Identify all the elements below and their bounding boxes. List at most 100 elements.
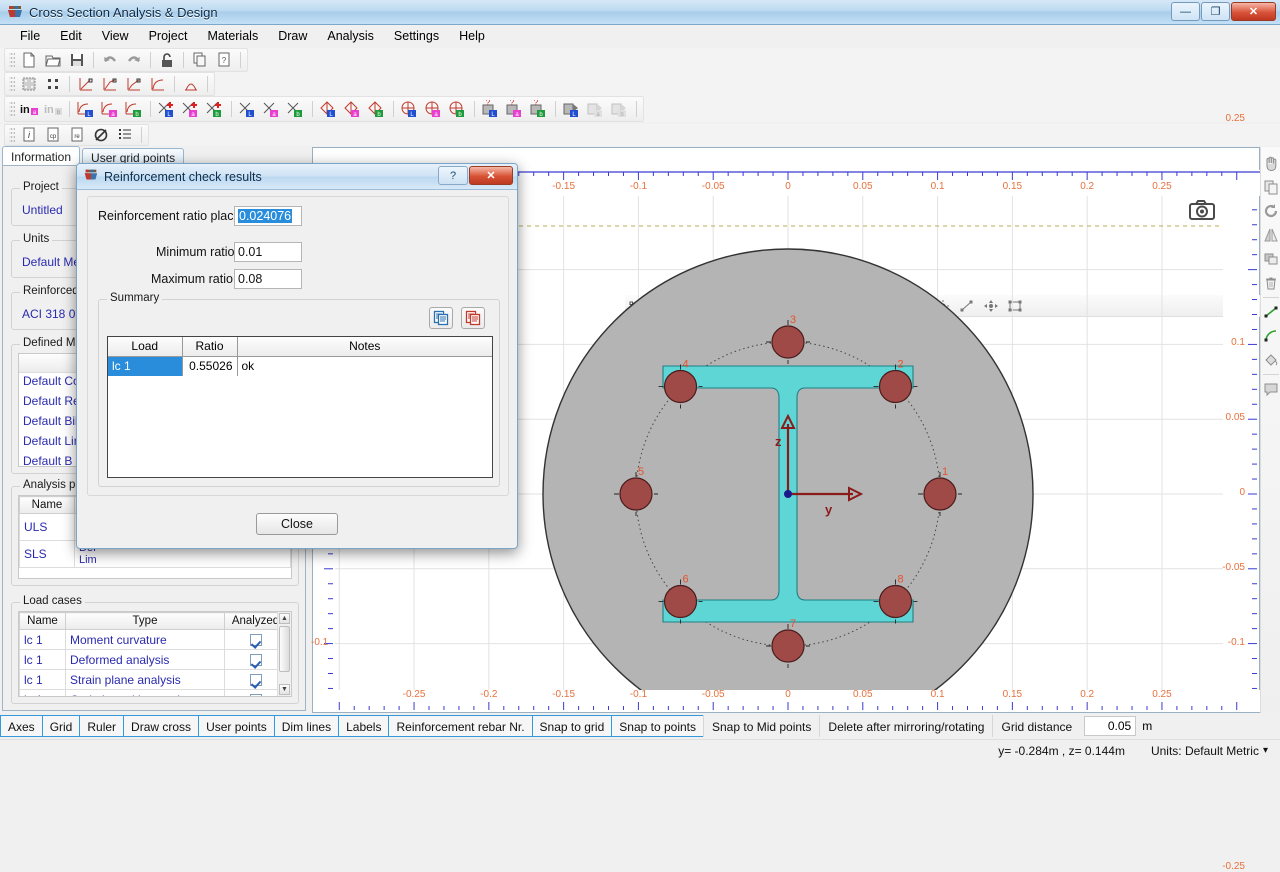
new-file-icon[interactable] xyxy=(18,49,40,71)
curve-diagram-icon[interactable] xyxy=(147,73,169,95)
table-row[interactable]: lc 1 Deformed analysis xyxy=(20,650,287,670)
menu-item-file[interactable]: File xyxy=(10,26,50,46)
summary-table[interactable]: Load Ratio Notes lc 1 0.55026 ok xyxy=(107,336,493,478)
arch-diagram-icon[interactable] xyxy=(180,73,202,95)
menu-item-edit[interactable]: Edit xyxy=(50,26,92,46)
ruler-right[interactable]: 0.250.10.050-0.05-0.1-0.25 xyxy=(1223,196,1259,692)
analyzed-checkbox[interactable] xyxy=(250,694,262,697)
menu-item-settings[interactable]: Settings xyxy=(384,26,449,46)
dialog-help-button[interactable]: ? xyxy=(438,166,468,185)
toolbar-grip[interactable] xyxy=(9,100,15,118)
menu-item-view[interactable]: View xyxy=(92,26,139,46)
maximum-ratio-field[interactable]: 0.08 xyxy=(234,269,302,289)
analyzed-checkbox[interactable] xyxy=(250,634,262,646)
strain-plus-l-icon[interactable]: L xyxy=(156,98,178,120)
diamond-a-icon[interactable]: a xyxy=(342,98,364,120)
toggle-snap-to-points[interactable]: Snap to points xyxy=(611,715,704,737)
copy-icon[interactable] xyxy=(1261,175,1280,199)
minimize-button[interactable]: — xyxy=(1171,2,1200,21)
load-cases-table[interactable]: Name Type Analyzed lc 1 Moment curvature… xyxy=(18,611,292,697)
strain-plus-a-icon[interactable]: a xyxy=(180,98,202,120)
toggle-snap-to-mid-points[interactable]: Snap to Mid points xyxy=(703,715,819,737)
mirror-icon[interactable] xyxy=(1261,223,1280,247)
toggle-user-points[interactable]: User points xyxy=(198,715,275,737)
grid-distance-input[interactable]: 0.05 xyxy=(1084,716,1136,736)
curve-badge-l-icon[interactable]: L xyxy=(75,98,97,120)
strain-l-icon[interactable]: L xyxy=(237,98,259,120)
list-add-icon[interactable] xyxy=(114,124,136,146)
diameter-icon[interactable] xyxy=(90,124,112,146)
report-icon[interactable]: ? xyxy=(213,49,235,71)
strain-plus-b-icon[interactable]: b xyxy=(204,98,226,120)
scroll-up-arrow[interactable]: ▲ xyxy=(279,613,290,624)
copy-icon[interactable] xyxy=(189,49,211,71)
menu-item-project[interactable]: Project xyxy=(139,26,198,46)
table-row[interactable]: lc 1 Strain plane analysis xyxy=(20,670,287,690)
toggle-labels[interactable]: Labels xyxy=(338,715,389,737)
close-button[interactable]: ✕ xyxy=(1231,2,1276,21)
toolbar-grip[interactable] xyxy=(9,51,15,69)
rotate-icon[interactable] xyxy=(1261,199,1280,223)
grid-select-icon[interactable] xyxy=(18,73,40,95)
table-query-b-icon[interactable]: ?b xyxy=(528,98,550,120)
arc-measure-icon[interactable] xyxy=(1261,324,1280,348)
scroll-thumb[interactable] xyxy=(279,626,290,672)
points-move-icon[interactable] xyxy=(42,73,64,95)
analyzed-checkbox[interactable] xyxy=(250,654,262,666)
table-row[interactable]: lc 1 Code based interaction xyxy=(20,690,287,698)
menu-item-analysis[interactable]: Analysis xyxy=(317,26,384,46)
toolbar-grip[interactable] xyxy=(9,75,15,93)
save-file-icon[interactable] xyxy=(66,49,88,71)
close-button[interactable]: Close xyxy=(256,513,338,535)
chevron-down-icon[interactable]: ▾ xyxy=(1263,745,1268,756)
curve-badge-a-icon[interactable]: a xyxy=(99,98,121,120)
table-row[interactable]: lc 1 0.55026 ok xyxy=(108,356,492,376)
camera-icon[interactable] xyxy=(1189,200,1215,223)
dialog-close-button[interactable]: ✕ xyxy=(469,166,513,185)
load-cases-scrollbar[interactable]: ▲ ▼ xyxy=(277,612,291,696)
interaction-in-b-icon[interactable]: inb xyxy=(42,98,64,120)
line-measure-icon[interactable] xyxy=(1261,300,1280,324)
maximize-button[interactable]: ❐ xyxy=(1201,2,1230,21)
ratio-placed-field[interactable]: 0.024076 xyxy=(234,206,302,226)
info-icon[interactable]: i xyxy=(18,124,40,146)
run-table-b-icon[interactable]: b xyxy=(609,98,631,120)
toolbar-grip[interactable] xyxy=(9,126,15,144)
ruler-bottom[interactable]: -0.25-0.2-0.15-0.1-0.0500.050.10.150.20.… xyxy=(313,690,1261,712)
open-file-icon[interactable] xyxy=(42,49,64,71)
scroll-down-arrow[interactable]: ▼ xyxy=(279,684,290,695)
line-diagram-icon[interactable] xyxy=(75,73,97,95)
toggle-draw-cross[interactable]: Draw cross xyxy=(123,715,199,737)
copy-to-clipboard-icon[interactable] xyxy=(429,307,453,329)
export-report-icon[interactable] xyxy=(461,307,485,329)
delete-trash-icon[interactable] xyxy=(1261,271,1280,295)
re-report-icon[interactable]: re xyxy=(66,124,88,146)
minimum-ratio-field[interactable]: 0.01 xyxy=(234,242,302,262)
circle-cross-a-icon[interactable]: a xyxy=(423,98,445,120)
diamond-l-icon[interactable]: L xyxy=(318,98,340,120)
redo-icon[interactable] xyxy=(123,49,145,71)
units-selector-label[interactable]: Units: Default Metric xyxy=(1151,744,1259,758)
undo-icon[interactable] xyxy=(99,49,121,71)
fill-paint-icon[interactable] xyxy=(1261,348,1280,372)
reinforcement-check-dialog[interactable]: Reinforcement check results ? ✕ Reinforc… xyxy=(76,163,518,549)
interaction-in-a-icon[interactable]: ina xyxy=(18,98,40,120)
cp-report-icon[interactable]: cp xyxy=(42,124,64,146)
bilinear-diagram-icon[interactable] xyxy=(99,73,121,95)
analyzed-checkbox[interactable] xyxy=(250,674,262,686)
pan-hand-icon[interactable] xyxy=(1261,151,1280,175)
toggle-delete-after-mirroring[interactable]: Delete after mirroring/rotating xyxy=(819,715,992,737)
circle-cross-b-icon[interactable]: b xyxy=(447,98,469,120)
multilinear-diagram-icon[interactable] xyxy=(123,73,145,95)
toggle-snap-to-grid[interactable]: Snap to grid xyxy=(532,715,613,737)
toggle-axes[interactable]: Axes xyxy=(0,715,43,737)
tab-information[interactable]: Information xyxy=(2,146,80,166)
menu-item-materials[interactable]: Materials xyxy=(197,26,268,46)
curve-badge-b-icon[interactable]: b xyxy=(123,98,145,120)
comment-icon[interactable] xyxy=(1261,377,1280,401)
toggle-reinforcement-rebar-nr[interactable]: Reinforcement rebar Nr. xyxy=(388,715,532,737)
run-table-a-icon[interactable]: a xyxy=(585,98,607,120)
table-query-l-icon[interactable]: ?L xyxy=(480,98,502,120)
bring-front-icon[interactable] xyxy=(1261,247,1280,271)
toggle-dim-lines[interactable]: Dim lines xyxy=(274,715,339,737)
